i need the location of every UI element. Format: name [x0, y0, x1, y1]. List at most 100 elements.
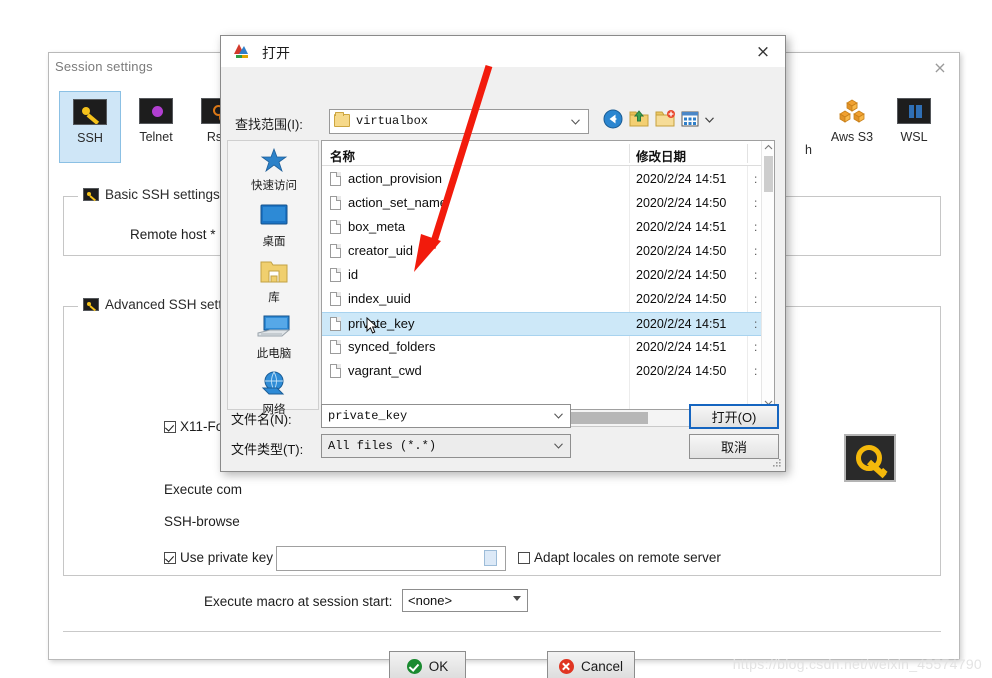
- look-in-select[interactable]: virtualbox: [329, 109, 589, 134]
- file-date: 2020/2/24 14:51: [636, 172, 727, 186]
- place-label: 桌面: [262, 236, 286, 248]
- protocol-partial-label: h: [805, 143, 812, 157]
- open-file-dialog: 打开 × 查找范围(I): virtualbox 快速访问 桌面 库 此电脑 网…: [220, 35, 786, 472]
- table-row[interactable]: synced_folders 2020/2/24 14:51 :: [322, 336, 774, 360]
- file-icon: [330, 340, 341, 354]
- table-row[interactable]: id 2020/2/24 14:50 :: [322, 264, 774, 288]
- footer-divider: [63, 631, 941, 632]
- place-label: 库: [268, 292, 280, 304]
- file-date: 2020/2/24 14:50: [636, 244, 727, 258]
- table-row[interactable]: action_provision 2020/2/24 14:51 :: [322, 168, 774, 192]
- aws-s3-icon: [835, 98, 869, 124]
- network-svg: [261, 371, 285, 395]
- open-button[interactable]: 打开(O): [689, 404, 779, 429]
- file-icon: [330, 317, 341, 331]
- file-extra: :: [754, 292, 758, 306]
- file-name: vagrant_cwd: [348, 363, 422, 378]
- file-extra: :: [754, 220, 758, 234]
- execute-macro-select[interactable]: <none>: [402, 589, 528, 612]
- table-row[interactable]: creator_uid 2020/2/24 14:50 :: [322, 240, 774, 264]
- table-row[interactable]: action_set_name 2020/2/24 14:50 :: [322, 192, 774, 216]
- chevron-down-icon: [554, 413, 563, 419]
- private-key-browse-icon[interactable]: [484, 550, 497, 566]
- advanced-ssh-settings-label: Advanced SSH sett: [105, 297, 223, 312]
- protocol-wsl[interactable]: WSL: [883, 91, 945, 163]
- protocol-ssh[interactable]: SSH: [59, 91, 121, 163]
- resize-grip-icon[interactable]: [770, 456, 782, 468]
- file-icon: [330, 244, 341, 258]
- mobaxterm-logo-svg: [234, 44, 248, 58]
- execute-macro-label: Execute macro at session start:: [204, 594, 393, 609]
- checkbox-box: [164, 552, 176, 564]
- file-name: action_provision: [348, 171, 442, 186]
- checkbox-box: [518, 552, 530, 564]
- file-name: id: [348, 267, 359, 282]
- use-private-key-checkbox[interactable]: Use private key: [164, 550, 273, 565]
- view-mode-icon[interactable]: [680, 108, 714, 133]
- chevron-down-icon: [571, 119, 580, 125]
- ssh-key-icon: [83, 188, 99, 201]
- file-extra: :: [754, 244, 758, 258]
- file-name-label: 文件名(N):: [231, 412, 292, 427]
- up-folder-svg: [629, 110, 649, 127]
- dialog-title: 打开: [262, 45, 290, 61]
- file-icon: [330, 268, 341, 282]
- file-name-value: private_key: [328, 409, 408, 423]
- ok-button[interactable]: OK: [389, 651, 466, 678]
- table-row[interactable]: box_meta 2020/2/24 14:51 :: [322, 216, 774, 240]
- aws-s3-cubes-icon: [839, 99, 865, 123]
- file-date: 2020/2/24 14:50: [636, 196, 727, 210]
- file-extra: :: [754, 340, 758, 354]
- watermark: https://blog.csdn.net/weixin_45574790: [732, 656, 982, 672]
- file-name-input[interactable]: private_key: [321, 404, 571, 428]
- quick-access-star-icon: [228, 145, 320, 175]
- star-svg: [260, 147, 288, 173]
- back-icon[interactable]: [602, 108, 627, 133]
- protocol-telnet[interactable]: Telnet: [125, 91, 187, 163]
- file-list[interactable]: 名称 修改日期 action_provision 2020/2/24 14:51…: [321, 140, 775, 410]
- dialog-title-bar: 打开 ×: [221, 36, 785, 67]
- file-date: 2020/2/24 14:51: [636, 220, 727, 234]
- file-extra: :: [754, 196, 758, 210]
- execute-command-label: Execute com: [164, 482, 243, 497]
- mobaxterm-icon: [233, 43, 251, 59]
- table-row[interactable]: index_uuid 2020/2/24 14:50 :: [322, 288, 774, 312]
- up-folder-icon[interactable]: [628, 108, 653, 133]
- place-this-pc[interactable]: 此电脑: [228, 313, 320, 369]
- cancel-button[interactable]: Cancel: [547, 651, 635, 678]
- scrollbar-thumb[interactable]: [764, 156, 773, 192]
- ssh-browser-label: SSH-browse: [164, 514, 240, 529]
- file-name: creator_uid: [348, 243, 414, 258]
- file-extra: :: [754, 268, 758, 282]
- close-icon[interactable]: ×: [741, 36, 785, 67]
- table-row-selected[interactable]: private_key 2020/2/24 14:51 :: [322, 312, 774, 336]
- adapt-locales-checkbox[interactable]: Adapt locales on remote server: [518, 550, 721, 565]
- file-name: action_set_name: [348, 195, 448, 210]
- network-icon: [228, 369, 320, 399]
- place-desktop[interactable]: 桌面: [228, 201, 320, 257]
- place-label: 此电脑: [256, 348, 292, 360]
- folder-icon: [334, 112, 350, 127]
- column-header-date[interactable]: 修改日期: [636, 146, 686, 165]
- column-header-name[interactable]: 名称: [330, 146, 355, 165]
- new-folder-svg: [655, 110, 675, 127]
- file-type-select[interactable]: All files (*.*): [321, 434, 571, 458]
- file-icon: [330, 172, 341, 186]
- places-bar: 快速访问 桌面 库 此电脑 网络: [227, 140, 320, 416]
- new-folder-icon[interactable]: [654, 108, 679, 133]
- file-extra: :: [754, 172, 758, 186]
- protocol-aws-s3[interactable]: Aws S3: [821, 91, 883, 163]
- table-row[interactable]: vagrant_cwd 2020/2/24 14:50 :: [322, 360, 774, 384]
- look-in-value: virtualbox: [356, 114, 429, 128]
- library-svg: [260, 261, 288, 283]
- close-icon[interactable]: ×: [929, 59, 951, 77]
- ssh-key-icon: [83, 298, 99, 311]
- private-key-input[interactable]: [276, 546, 506, 571]
- dialog-cancel-button[interactable]: 取消: [689, 434, 779, 459]
- vertical-scrollbar[interactable]: [761, 141, 774, 409]
- scroll-up-icon[interactable]: [762, 141, 775, 154]
- screenshot-root: Session settings × SSH Telnet Rsh Aws S3…: [0, 0, 992, 678]
- chevron-down-icon: [554, 443, 563, 449]
- place-library[interactable]: 库: [228, 257, 320, 313]
- place-quick-access[interactable]: 快速访问: [228, 145, 320, 201]
